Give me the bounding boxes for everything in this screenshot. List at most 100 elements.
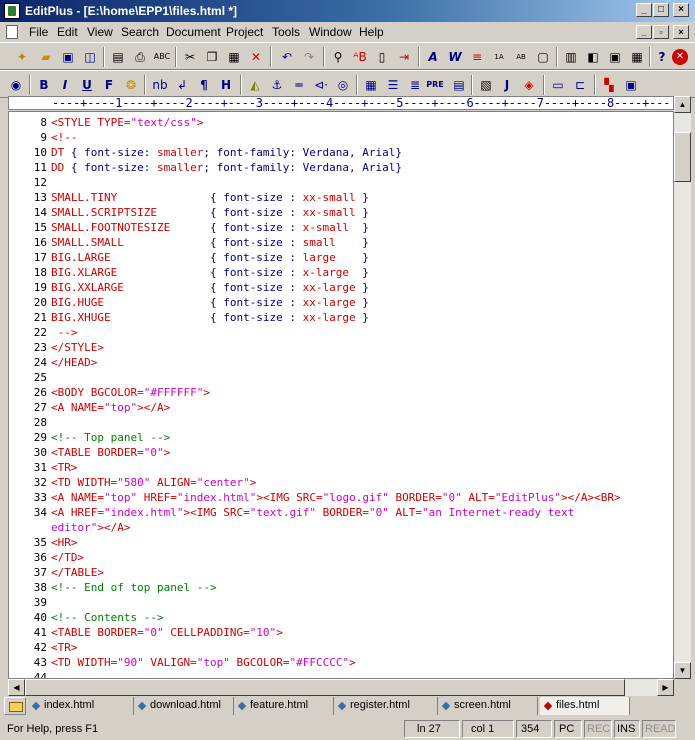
redo-icon[interactable]: ↷ [299,47,319,67]
tab-icon[interactable]: 1A [489,47,509,67]
browser-view-icon[interactable]: ◉ [6,75,26,95]
paint-icon[interactable]: ◭ [245,75,265,95]
menu-window[interactable]: Window [309,25,352,39]
window-icon[interactable]: ▢ [533,47,553,67]
minimize-button[interactable]: _ [636,3,652,17]
menu-search[interactable]: Search [121,25,159,39]
code-line[interactable]: 44 [9,670,673,678]
font-tag-icon[interactable]: F [99,75,119,95]
palette-icon[interactable]: ▚ [599,75,619,95]
scroll-right-button[interactable]: ▶ [657,679,674,696]
code-line[interactable]: 34 <A HREF="index.html"><IMG SRC="text.gi… [9,505,673,520]
hr-icon[interactable]: ═ [289,75,309,95]
plugin-icon[interactable]: ▧ [476,75,496,95]
code-line[interactable]: 25 [9,370,673,385]
tab-screen-html[interactable]: screen.html [438,697,538,715]
doc-restore-button[interactable]: ▫ [653,25,669,39]
code-line[interactable]: editor"></A> [9,520,673,535]
delete-icon[interactable]: ✕ [246,47,266,67]
code-line[interactable]: 17 BIG.LARGE { font-size : large } [9,250,673,265]
code-line[interactable]: 36 </TD> [9,550,673,565]
layout-icon[interactable]: ▦ [627,47,647,67]
folder-icon[interactable] [4,697,26,715]
menu-document[interactable]: Document [166,25,221,39]
replace-icon[interactable]: ᴬB [350,47,370,67]
close-button[interactable]: × [673,3,689,17]
code-line[interactable]: 24 </HEAD> [9,355,673,370]
code-line[interactable]: 11 DD { font-size: smaller; font-family: … [9,160,673,175]
nbsp-icon[interactable]: nb [150,75,170,95]
tab-register-html[interactable]: register.html [334,697,438,715]
code-line[interactable]: 15 SMALL.FOOTNOTESIZE { font-size : x-sma… [9,220,673,235]
code-line[interactable]: 20 BIG.HUGE { font-size : xx-large } [9,295,673,310]
code-line[interactable]: 42 <TR> [9,640,673,655]
code-line[interactable]: 32 <TD WIDTH="580" ALIGN="center"> [9,475,673,490]
font-icon[interactable]: A [423,47,443,67]
horizontal-scroll-thumb[interactable] [25,679,625,696]
code-line[interactable]: 30 <TABLE BORDER="0"> [9,445,673,460]
spell-icon[interactable]: AB [511,47,531,67]
code-line[interactable]: 35 <HR> [9,535,673,550]
code-line[interactable]: 28 [9,415,673,430]
tab-files-html[interactable]: files.html [540,697,630,715]
code-line[interactable]: 12 [9,175,673,190]
save-icon[interactable]: ▣ [58,47,78,67]
line-break-icon[interactable]: ≡ [467,47,487,67]
code-line[interactable]: 19 BIG.XXLARGE { font-size : xx-large } [9,280,673,295]
code-line[interactable]: 18 BIG.XLARGE { font-size : x-large } [9,265,673,280]
frame-icon[interactable]: ◈ [519,75,539,95]
code-line[interactable]: 37 </TABLE> [9,565,673,580]
br-icon[interactable]: ↲ [172,75,192,95]
vertical-scroll-thumb[interactable] [674,132,691,182]
bold-icon[interactable]: B [34,75,54,95]
menu-edit[interactable]: Edit [57,25,78,39]
new-file-icon[interactable]: ✦ [12,47,32,67]
pre-icon[interactable]: PRE [425,75,445,95]
paste-icon[interactable]: ▦ [224,47,244,67]
layout-icon-2[interactable]: ▣ [621,75,641,95]
table-icon[interactable]: ▦ [361,75,381,95]
anchor-icon[interactable]: ⚓ [267,75,287,95]
underline-icon[interactable]: U [77,75,97,95]
color-icon[interactable]: ❂ [121,75,141,95]
code-line[interactable]: 27 <A NAME="top"></A> [9,400,673,415]
copy-icon[interactable]: ❐ [202,47,222,67]
tab-feature-html[interactable]: feature.html [234,697,334,715]
maximize-button[interactable]: □ [653,3,669,17]
cliptext-icon[interactable]: ▥ [561,47,581,67]
find-icon[interactable]: ⚲ [328,47,348,67]
menu-help[interactable]: Help [359,25,384,39]
vertical-scrollbar[interactable]: ▲ ▼ [674,96,691,679]
code-line[interactable]: 39 [9,595,673,610]
form-icon[interactable]: ▤ [449,75,469,95]
doc-close-button[interactable]: × [673,25,689,39]
cut-icon[interactable]: ✂ [180,47,200,67]
print-icon[interactable]: ⎙ [130,47,150,67]
help-icon[interactable]: ? [652,47,672,67]
code-line[interactable]: 43 <TD WIDTH="90" VALIGN="top" BGCOLOR="#… [9,655,673,670]
code-line[interactable]: 26 <BODY BGCOLOR="#FFFFFF"> [9,385,673,400]
menu-tools[interactable]: Tools [272,25,300,39]
print-preview-icon[interactable]: ▤ [108,47,128,67]
code-line[interactable]: 38 <!-- End of top panel --> [9,580,673,595]
menu-view[interactable]: View [87,25,113,39]
save-all-icon[interactable]: ◫ [80,47,100,67]
editplus-app-icon[interactable] [4,3,20,19]
code-line[interactable]: 14 SMALL.SCRIPTSIZE { font-size : xx-smal… [9,205,673,220]
code-line[interactable]: 8 <STYLE TYPE="text/css"> [9,115,673,130]
copy-to-icon[interactable]: ▯ [372,47,392,67]
javascript-icon[interactable]: J [497,75,517,95]
insert-icon[interactable]: ⇥ [394,47,414,67]
scroll-up-button[interactable]: ▲ [674,96,691,113]
tab-download-html[interactable]: download.html [134,697,234,715]
center-icon[interactable]: ☰ [383,75,403,95]
code-line[interactable]: 21 BIG.XHUGE { font-size : xx-large } [9,310,673,325]
stop-icon[interactable]: ✕ [672,49,688,65]
code-line[interactable]: 41 <TABLE BORDER="0" CELLPADDING="10"> [9,625,673,640]
window-layout-icon[interactable]: ⊏ [570,75,590,95]
doc-minimize-button[interactable]: _ [636,25,652,39]
image-icon[interactable]: ◎ [333,75,353,95]
tab-index-html[interactable]: index.html [28,697,134,715]
align-icon[interactable]: ≣ [405,75,425,95]
heading-icon[interactable]: H [216,75,236,95]
